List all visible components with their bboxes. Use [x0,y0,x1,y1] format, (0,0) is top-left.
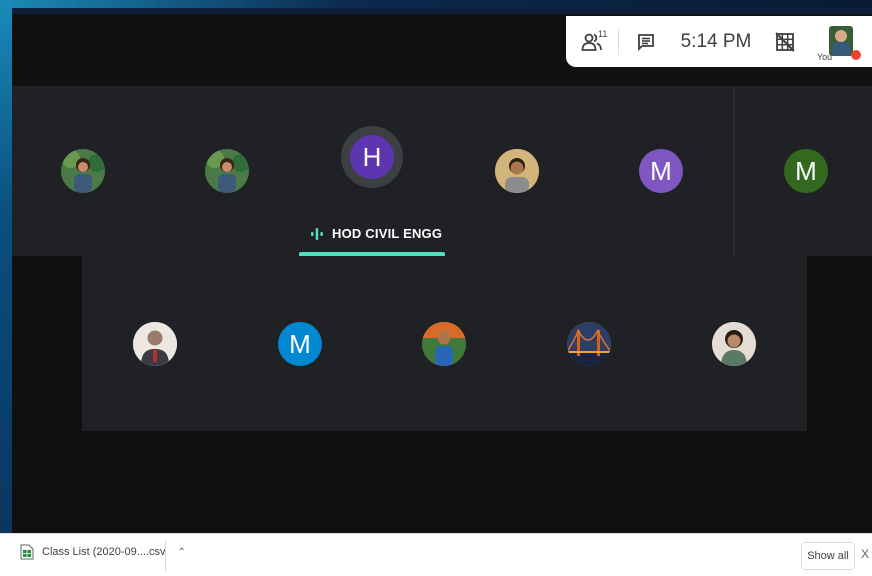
person-photo-icon [495,149,539,193]
participant-avatar-hod[interactable]: H [350,135,394,179]
download-file-name: Class List (2020-09....csv [42,546,166,558]
grid-off-icon [775,31,795,52]
participant-avatar[interactable] [133,322,177,366]
meeting-info-bar: 11 5:14 PM You [566,16,872,67]
speaker-name-tag: HOD CIVIL ENGG [310,226,442,241]
show-all-button[interactable]: Show all [801,542,855,570]
participants-button[interactable]: 11 [566,28,618,52]
participant-avatar[interactable] [567,322,611,366]
speaker-name: HOD CIVIL ENGG [332,226,443,241]
download-bar: Class List (2020-09....csv ⌃ Show all X [0,533,872,576]
self-avatar [829,26,853,56]
participant-avatar[interactable]: M [639,149,683,193]
download-item[interactable]: Class List (2020-09....csv ⌃ [20,544,186,560]
grid-view-button[interactable] [759,31,811,52]
audio-level-icon [311,227,323,240]
participant-avatar[interactable]: M [784,149,828,193]
avatar-letter: H [362,141,382,172]
participant-avatar[interactable]: M [278,322,322,366]
participant-avatar[interactable] [712,322,756,366]
avatar-letter: M [650,155,672,186]
person-photo-icon [62,150,105,193]
self-view[interactable]: You [811,16,861,67]
person-photo-icon [712,322,756,366]
chat-icon [638,33,654,51]
avatar-letter: M [795,155,817,186]
chevron-up-icon[interactable]: ⌃ [178,547,186,558]
person-photo-icon [133,322,177,366]
clock: 5:14 PM [680,30,752,52]
divider [165,540,166,572]
participant-avatar[interactable] [422,322,466,366]
avatar-letter: M [289,328,311,359]
window-frame-top [0,0,872,8]
window-frame-left [0,0,12,540]
bridge-photo-icon [567,322,611,366]
spreadsheet-file-icon [20,544,34,560]
chat-button[interactable] [619,33,673,51]
person-photo-icon [422,322,466,366]
person-photo-icon [206,150,249,193]
tile-divider [733,86,735,256]
participant-avatar[interactable] [61,149,105,193]
participant-avatar[interactable] [495,149,539,193]
mic-off-indicator-icon [851,50,861,60]
participant-avatar[interactable] [205,149,249,193]
participants-count: 11 [598,28,608,39]
close-download-bar-button[interactable]: X [861,547,869,561]
